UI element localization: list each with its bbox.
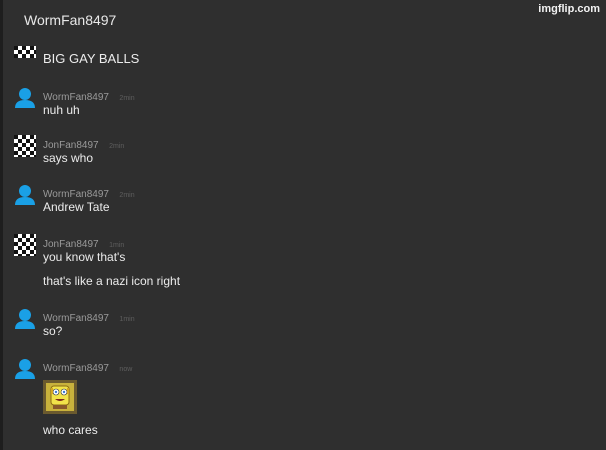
- message-username[interactable]: WormFan8497: [43, 313, 109, 324]
- first-message: BIG GAY BALLS: [14, 44, 574, 66]
- message: WormFan8497 1min so?: [14, 308, 574, 344]
- message-timestamp: 1min: [109, 242, 125, 249]
- message: WormFan8497 2min Andrew Tate: [14, 184, 574, 220]
- checkerboard-icon[interactable]: [14, 46, 36, 58]
- chat-log: BIG GAY BALLS WormFan8497 2min nuh uh Jo…: [0, 0, 606, 450]
- user-icon[interactable]: [14, 358, 36, 380]
- message-text: you know that's: [43, 250, 126, 264]
- message-text: BIG GAY BALLS: [43, 51, 140, 66]
- message: JonFan8497 1min you know that's that's l…: [14, 234, 574, 294]
- message-timestamp: 2min: [119, 95, 135, 102]
- message-timestamp: 1min: [119, 316, 135, 323]
- message-timestamp: now: [119, 366, 133, 373]
- user-icon[interactable]: [14, 308, 36, 330]
- message: JonFan8497 2min says who: [14, 135, 574, 171]
- message: WormFan8497 now who cares: [14, 358, 574, 442]
- user-icon[interactable]: [14, 87, 36, 109]
- message-text: who cares: [43, 423, 98, 437]
- spongebob-sticker-icon[interactable]: [43, 380, 77, 414]
- message-username[interactable]: JonFan8497: [43, 140, 99, 151]
- message-timestamp: 2min: [109, 143, 125, 150]
- message-text: that's like a nazi icon right: [43, 274, 181, 288]
- checkerboard-icon[interactable]: [14, 135, 36, 157]
- message-text: nuh uh: [43, 103, 80, 117]
- message-text: says who: [43, 151, 94, 165]
- message-username[interactable]: WormFan8497: [43, 363, 109, 374]
- message-username[interactable]: WormFan8497: [43, 92, 109, 103]
- user-icon[interactable]: [14, 184, 36, 206]
- message: WormFan8497 2min nuh uh: [14, 87, 574, 123]
- message-text: Andrew Tate: [43, 200, 110, 214]
- message-username[interactable]: JonFan8497: [43, 239, 99, 250]
- checkerboard-icon[interactable]: [14, 234, 36, 256]
- message-text: so?: [43, 324, 63, 338]
- message-username[interactable]: WormFan8497: [43, 189, 109, 200]
- message-timestamp: 2min: [119, 192, 135, 199]
